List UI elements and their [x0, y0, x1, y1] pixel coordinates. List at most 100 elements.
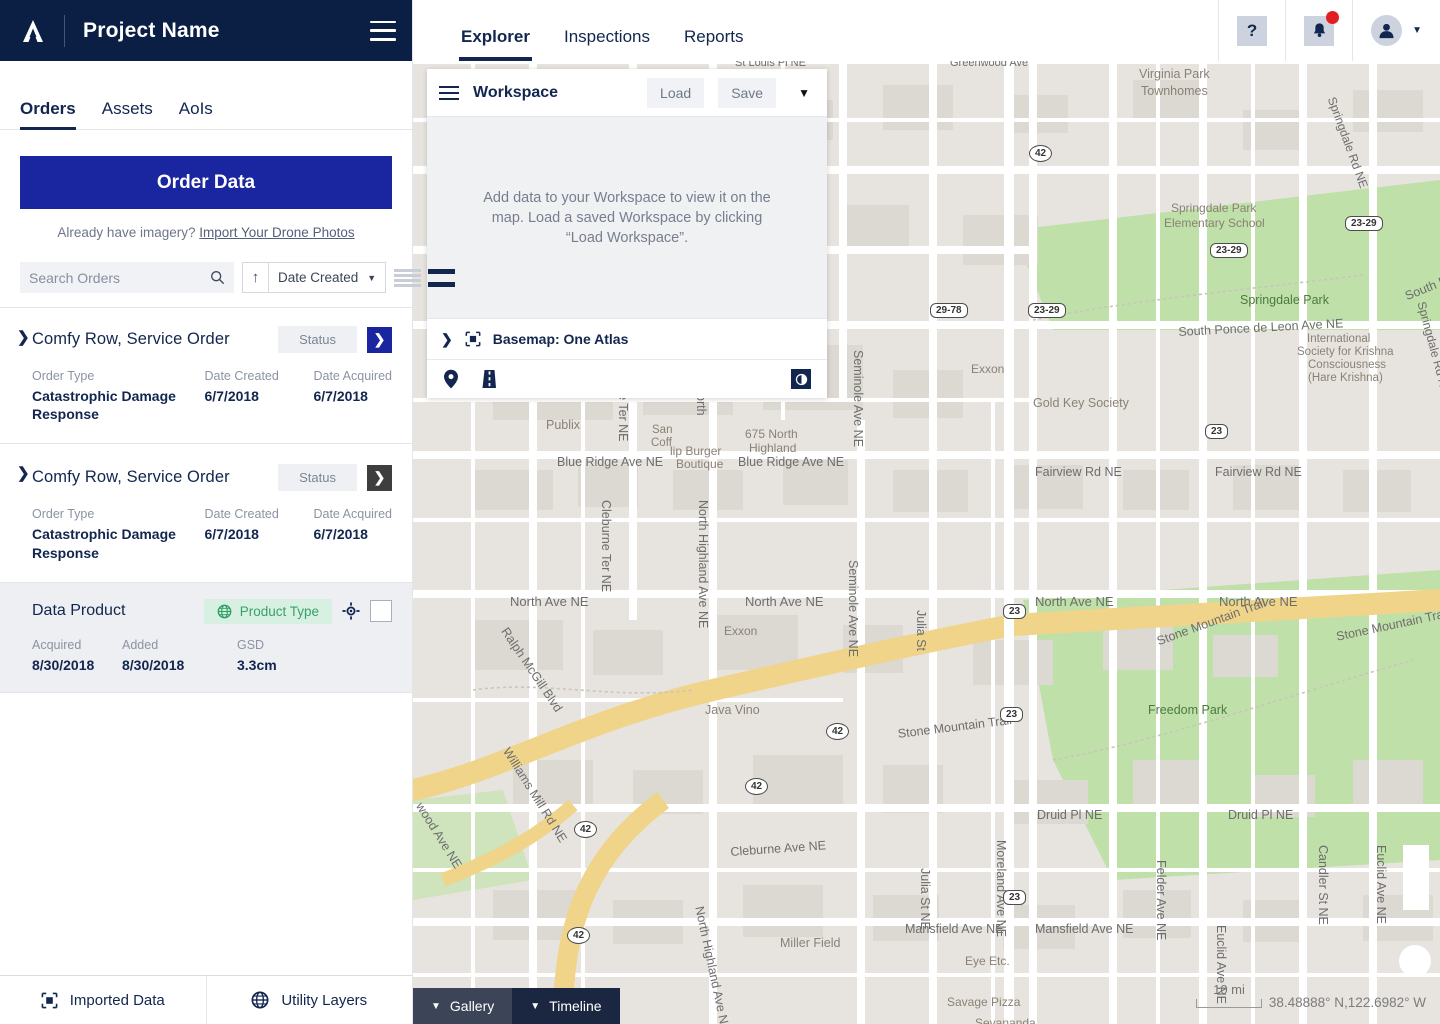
search-sort-row: ↑ Date Created ▼ [0, 262, 456, 308]
highway-shield-icon: 42 [826, 723, 850, 740]
order-data-block: Order Data Already have imagery? Import … [0, 130, 412, 262]
crosshair-icon[interactable] [342, 602, 360, 620]
data-product-checkbox[interactable] [370, 600, 392, 623]
top-navigation: Explorer Inspections Reports ? ▼ [413, 0, 1440, 61]
basemap-label: Basemap: One Atlas [492, 331, 629, 347]
expand-chevron-right-icon[interactable]: ❯ [17, 328, 30, 346]
bell-icon[interactable] [1304, 10, 1340, 46]
load-workspace-button[interactable]: Load [647, 77, 705, 108]
order-meta-field: Date Acquired 6/7/2018 [313, 369, 392, 423]
hamburger-icon[interactable] [370, 20, 396, 41]
meta-label: Date Acquired [313, 369, 392, 383]
workspace-body: Add data to your Workspace to view it on… [427, 117, 827, 318]
search-icon [211, 271, 225, 285]
highway-shield-icon: 23-29 [1345, 216, 1383, 231]
data-product-header: Data Product Product Type [32, 598, 392, 624]
order-meta-field: Order Type Catastrophic Damage Response [32, 507, 204, 561]
order-detail-button[interactable]: ❯ [367, 326, 392, 353]
tab-explorer[interactable]: Explorer [459, 27, 532, 61]
road-icon[interactable] [481, 369, 498, 389]
avatar-glyph [1379, 23, 1394, 39]
brand-bar: Project Name [0, 0, 412, 61]
map-zoom-slider[interactable] [1403, 845, 1429, 910]
chevron-right-icon[interactable]: ❯ [441, 331, 453, 348]
data-product-field: Acquired 8/30/2018 [32, 638, 122, 674]
import-drone-photos-link[interactable]: Import Your Drone Photos [199, 225, 354, 240]
meta-value: 6/7/2018 [313, 526, 368, 543]
tab-aois[interactable]: AoIs [179, 99, 213, 129]
save-workspace-button[interactable]: Save [718, 77, 777, 108]
highway-shield-icon: 23 [1205, 424, 1229, 439]
meta-value: Catastrophic Damage Response [32, 388, 176, 423]
sort-direction-arrow-up-icon[interactable]: ↑ [243, 263, 269, 292]
data-product-field: Added 8/30/2018 [122, 638, 237, 674]
bell-glyph [1313, 23, 1325, 38]
chevron-down-icon[interactable]: ▼ [1412, 25, 1422, 36]
highway-shield-icon: 29-78 [930, 303, 968, 318]
gallery-toggle[interactable]: ▼ Gallery [413, 988, 513, 1024]
map-coordinates: 38.48888° N,122.6982° W [1268, 995, 1426, 1010]
sort-field-select[interactable]: Date Created ▼ [269, 263, 385, 292]
workspace-panel: Workspace Load Save ▼ Add data to your W… [427, 69, 827, 398]
list-view-icon[interactable] [394, 268, 422, 287]
product-type-badge[interactable]: Product Type [203, 598, 332, 624]
meta-value: 6/7/2018 [204, 526, 259, 543]
map-area: Virginia Park Townhomes Springdale Rd NE Sp… [413, 0, 1440, 1024]
order-meta: Order Type Catastrophic Damage Response … [32, 507, 392, 561]
workspace-empty-message: Add data to your Workspace to view it on… [483, 189, 771, 246]
basemap-row[interactable]: ❯ Basemap: One Atlas [427, 318, 827, 360]
search-box[interactable] [20, 262, 234, 293]
imported-data-icon [465, 331, 481, 347]
question-mark-icon[interactable]: ? [1237, 15, 1268, 46]
card-view-icon[interactable] [428, 268, 456, 287]
timeline-toggle[interactable]: ▼ Timeline [512, 988, 620, 1024]
map-compass-button[interactable] [1399, 945, 1431, 977]
scale-bar-line: 10 mi [1196, 982, 1262, 1008]
order-meta: Order Type Catastrophic Damage Response … [32, 369, 392, 423]
highway-shield-icon: 42 [1029, 145, 1053, 162]
left-sidebar: Project Name Orders Assets AoIs Order Da… [0, 0, 456, 1024]
data-product-meta: Acquired 8/30/2018 Added 8/30/2018 GSD 3… [32, 638, 392, 674]
order-row[interactable]: ❯ Comfy Row, Service Order Status ❯ Orde… [0, 444, 412, 583]
map-pin-icon[interactable] [443, 369, 459, 389]
contrast-icon[interactable] [791, 369, 811, 389]
status-badge[interactable]: Status [278, 464, 357, 492]
tab-assets[interactable]: Assets [102, 99, 153, 129]
sort-control: ↑ Date Created ▼ [242, 262, 387, 293]
timeline-label: Timeline [549, 998, 602, 1014]
scale-bar-label: 10 mi [1213, 982, 1245, 997]
chevron-down-icon: ▼ [367, 272, 377, 283]
data-product-row[interactable]: Data Product Product Type Acquired 8/30/… [0, 582, 412, 693]
tab-reports[interactable]: Reports [684, 27, 744, 61]
import-prompt-text: Already have imagery? [57, 225, 196, 240]
workspace-title: Workspace [473, 83, 559, 101]
sort-field-label: Date Created [278, 270, 359, 285]
order-detail-button[interactable]: ❯ [367, 464, 392, 491]
meta-label: GSD [237, 637, 265, 652]
status-badge[interactable]: Status [278, 326, 357, 353]
highway-shield-icon: 42 [567, 927, 591, 944]
data-product-field: GSD 3.3cm [237, 638, 277, 674]
meta-value: 8/30/2018 [122, 656, 185, 673]
order-meta-field: Order Type Catastrophic Damage Response [32, 369, 204, 423]
search-input[interactable] [29, 269, 210, 286]
meta-label: Date Acquired [313, 507, 392, 522]
sidebar-item-imported-data[interactable]: Imported Data [0, 976, 206, 1024]
order-data-button[interactable]: Order Data [20, 156, 392, 209]
meta-label: Order Type [32, 507, 95, 522]
map-scale-bar: 10 mi [1196, 982, 1262, 1008]
a-logo-icon[interactable] [16, 14, 50, 48]
import-prompt: Already have imagery? Import Your Drone … [20, 225, 392, 262]
user-menu-cell: ▼ [1352, 0, 1440, 61]
order-row[interactable]: ❯ Comfy Row, Service Order Status ❯ Orde… [0, 308, 412, 445]
hamburger-icon[interactable] [439, 85, 459, 100]
chevron-down-icon[interactable]: ▼ [790, 86, 818, 100]
meta-label: Order Type [32, 369, 95, 383]
tab-inspections[interactable]: Inspections [564, 27, 650, 61]
meta-value: 6/7/2018 [204, 388, 259, 404]
sidebar-tabs: Orders Assets AoIs [0, 61, 412, 130]
expand-chevron-right-icon[interactable]: ❯ [17, 464, 30, 482]
user-avatar-icon[interactable] [1371, 15, 1403, 46]
sidebar-item-utility-layers[interactable]: Utility Layers [205, 976, 413, 1024]
tab-orders[interactable]: Orders [20, 99, 76, 130]
